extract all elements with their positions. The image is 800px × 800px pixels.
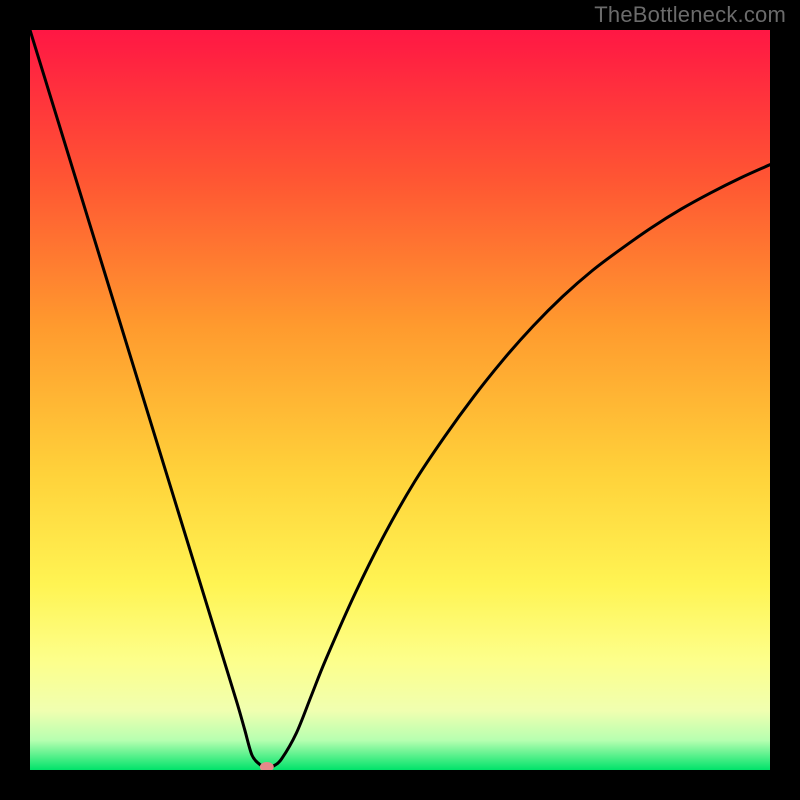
plot-area — [30, 30, 770, 770]
chart-frame: TheBottleneck.com — [0, 0, 800, 800]
chart-svg — [30, 30, 770, 770]
watermark-text: TheBottleneck.com — [594, 2, 786, 28]
gradient-background — [30, 30, 770, 770]
